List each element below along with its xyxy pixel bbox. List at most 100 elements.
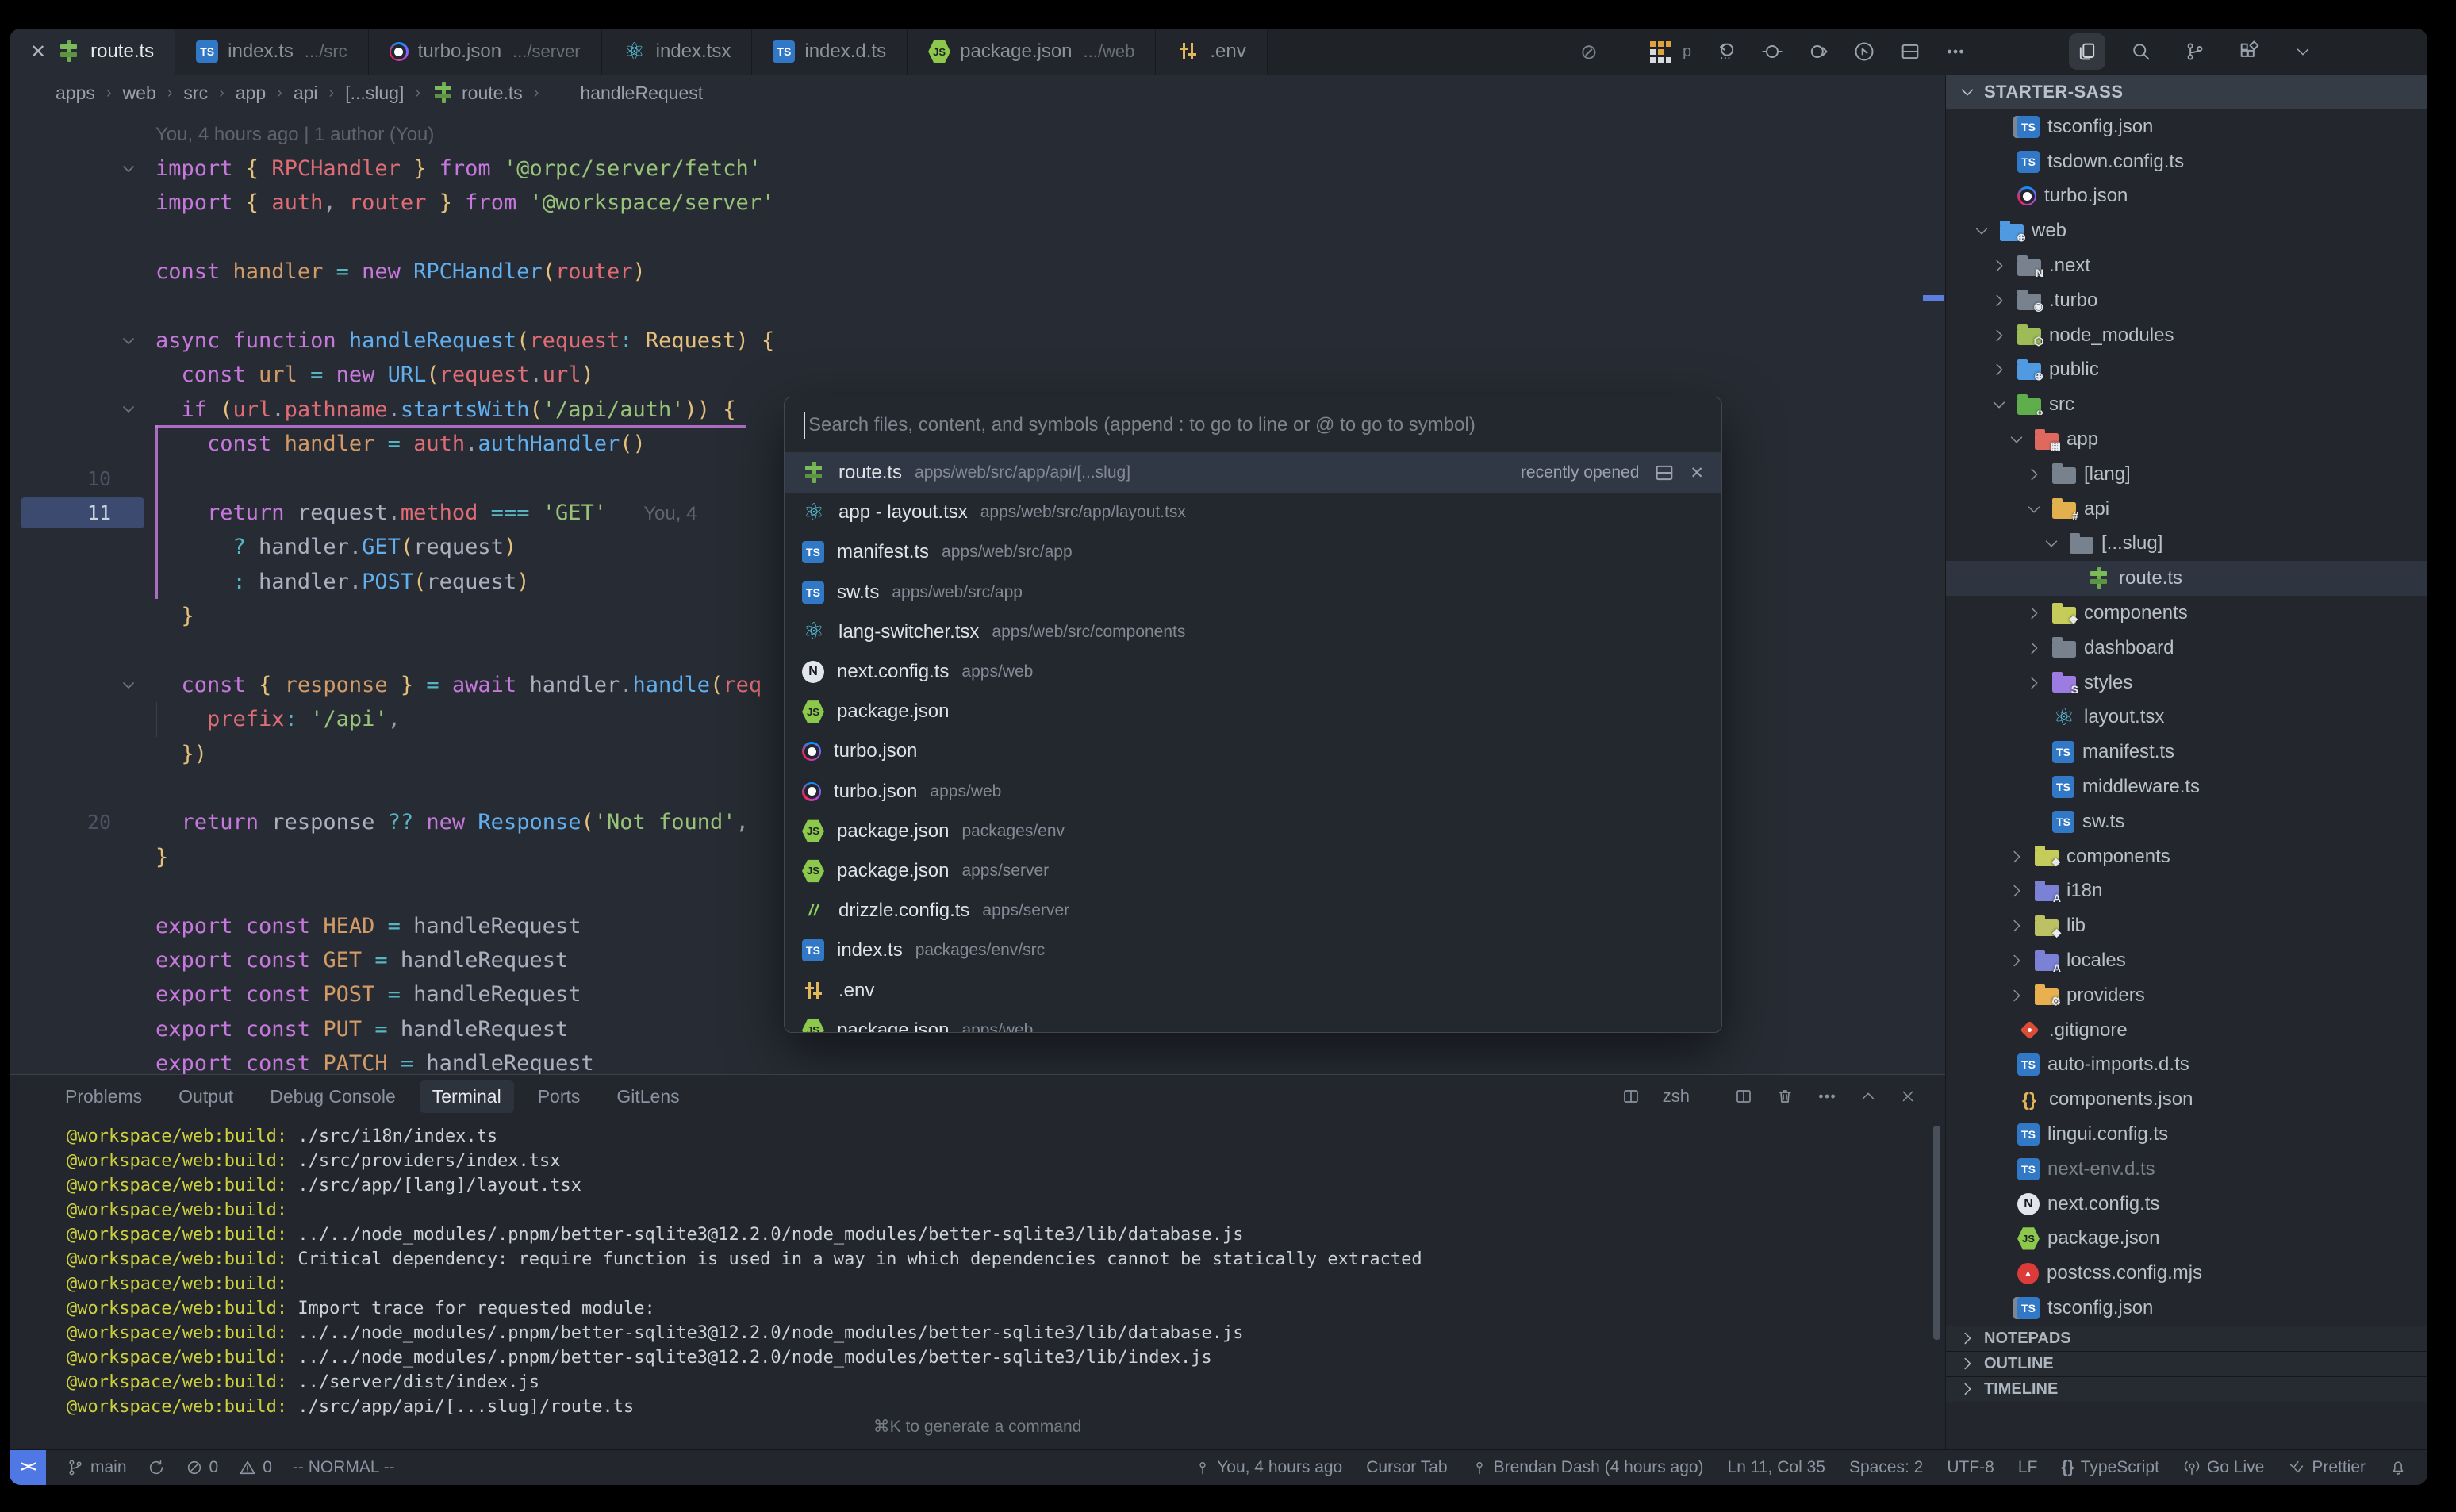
tree-item-.turbo[interactable]: .turbo [1946, 283, 2427, 318]
trash-icon[interactable] [1775, 1087, 1794, 1106]
tree-item-[lang][interactable]: [lang] [1946, 457, 2427, 492]
status-item-0[interactable]: 0 [186, 1458, 219, 1477]
code-line[interactable]: export const PATCH = handleRequest [10, 1046, 1945, 1074]
tree-item-i18n[interactable]: i18n [1946, 874, 2427, 909]
breadcrumb-item[interactable]: handleRequest [550, 81, 703, 105]
chevron-right-icon[interactable] [1989, 327, 2009, 344]
palette-result-route.ts[interactable]: route.tsapps/web/src/app/api/[...slug]re… [785, 453, 1721, 493]
code-line[interactable]: const handler = new RPCHandler(router) [10, 255, 1945, 289]
tree-item-providers[interactable]: providers [1946, 978, 2427, 1013]
nav-forward-icon[interactable] [1807, 40, 1829, 63]
fold-chevron-icon[interactable] [119, 668, 148, 702]
more-icon[interactable] [1945, 41, 1966, 62]
palette-result-turbo.json[interactable]: turbo.json [785, 731, 1721, 771]
nav-back-icon[interactable] [1715, 40, 1737, 63]
breadcrumb-item[interactable]: web [123, 83, 156, 104]
close-icon[interactable] [1899, 1088, 1917, 1105]
tree-item-tsconfig.json[interactable]: TStsconfig.json [1946, 109, 2427, 144]
chevron-right-icon[interactable] [2024, 674, 2044, 692]
section-timeline[interactable]: TIMELINE [1946, 1376, 2427, 1402]
tree-item-components[interactable]: components [1946, 596, 2427, 631]
terminal-output[interactable]: @workspace/web:build: ./src/i18n/index.t… [10, 1118, 1945, 1419]
tree-item-styles[interactable]: styles [1946, 666, 2427, 700]
tree-item-src[interactable]: src [1946, 387, 2427, 422]
code-line[interactable] [10, 290, 1945, 324]
close-icon[interactable]: ✕ [30, 40, 46, 63]
panel-tab-problems[interactable]: Problems [65, 1086, 142, 1107]
code-line[interactable] [10, 221, 1945, 255]
chevron-right-icon[interactable] [2006, 987, 2027, 1004]
tree-item-lib[interactable]: lib [1946, 908, 2427, 943]
tree-item-api[interactable]: api [1946, 492, 2427, 527]
breadcrumb-item[interactable]: [...slug] [345, 83, 404, 104]
palette-result-turbo.json[interactable]: turbo.jsonapps/web [785, 772, 1721, 812]
remote-button[interactable]: >< [10, 1450, 46, 1486]
chevron-right-icon[interactable] [1989, 361, 2009, 378]
status-item-typescript[interactable]: {}TypeScript [2061, 1458, 2159, 1477]
status-item-spaces-2[interactable]: Spaces: 2 [1849, 1458, 1923, 1477]
palette-result-package.json[interactable]: JSpackage.jsonpackages/env [785, 812, 1721, 851]
activity-chevron-down[interactable] [2285, 33, 2321, 70]
fold-chevron-icon[interactable] [119, 152, 148, 186]
tab-package.json[interactable]: JSpackage.json.../web [908, 29, 1156, 75]
run-icon[interactable] [1853, 40, 1875, 63]
more-icon[interactable] [1817, 1086, 1837, 1107]
panel-tab-gitlens[interactable]: GitLens [616, 1086, 679, 1107]
chevron-right-icon[interactable] [2006, 882, 2027, 900]
chevron-down-icon[interactable] [1971, 222, 1992, 240]
tab-index.d.ts[interactable]: TSindex.d.ts [752, 29, 908, 75]
palette-result-next.config.ts[interactable]: Nnext.config.tsapps/web [785, 652, 1721, 692]
status-item-0[interactable]: 0 [239, 1458, 272, 1477]
shell-label[interactable]: zsh [1663, 1086, 1690, 1107]
tree-item-route.ts[interactable]: route.ts [1946, 561, 2427, 596]
section-outline[interactable]: OUTLINE [1946, 1351, 2427, 1376]
breadcrumb-item[interactable]: api [294, 83, 318, 104]
palette-result-lang-switcher.tsx[interactable]: ⚛lang-switcher.tsxapps/web/src/component… [785, 612, 1721, 652]
tab-.env[interactable]: .env [1156, 29, 1267, 75]
tree-item-[...slug][interactable]: [...slug] [1946, 527, 2427, 562]
breadcrumb-item[interactable]: app [236, 83, 266, 104]
palette-result-drizzle.config.ts[interactable]: //drizzle.config.tsapps/server [785, 891, 1721, 931]
tree-item-.gitignore[interactable]: .gitignore [1946, 1013, 2427, 1048]
extension-grid-icon[interactable] [1650, 41, 1671, 63]
activity-source-control[interactable] [2177, 33, 2213, 70]
tab-route.ts[interactable]: ✕route.ts [10, 29, 175, 75]
chevron-right-icon[interactable] [2006, 917, 2027, 934]
tab-index.tsx[interactable]: ⚛index.tsx [602, 29, 753, 75]
chevron-right-icon[interactable] [1989, 257, 2009, 274]
tree-item-components.json[interactable]: {}components.json [1946, 1082, 2427, 1117]
status-item-lf[interactable]: LF [2018, 1458, 2038, 1477]
activity-search[interactable] [2123, 33, 2159, 70]
tree-item-web[interactable]: web [1946, 213, 2427, 248]
tree-item-auto-imports.d.ts[interactable]: TSauto-imports.d.ts [1946, 1048, 2427, 1083]
chevron-right-icon[interactable] [2024, 466, 2044, 483]
chevron-right-icon[interactable] [2006, 848, 2027, 865]
explorer-header[interactable]: STARTER-SASS [1946, 75, 2427, 109]
palette-result-manifest.ts[interactable]: TSmanifest.tsapps/web/src/app [785, 532, 1721, 572]
tree-item-sw.ts[interactable]: TSsw.ts [1946, 804, 2427, 839]
status-item--normal-[interactable]: -- NORMAL -- [293, 1458, 395, 1477]
chevron-right-icon[interactable] [2006, 952, 2027, 969]
code-line[interactable]: import { RPCHandler } from '@orpc/server… [10, 152, 1945, 186]
panel-tab-debug-console[interactable]: Debug Console [270, 1086, 396, 1107]
tree-item-dashboard[interactable]: dashboard [1946, 631, 2427, 666]
tree-item-lingui.config.ts[interactable]: TSlingui.config.ts [1946, 1117, 2427, 1152]
tree-item-app[interactable]: app [1946, 422, 2427, 457]
status-item-brendan-dash-4-hours-ago-[interactable]: Brendan Dash (4 hours ago) [1472, 1458, 1704, 1477]
status-item-go-live[interactable]: Go Live [2183, 1458, 2264, 1477]
tab-index.ts[interactable]: TSindex.ts.../src [175, 29, 369, 75]
code-line[interactable]: async function handleRequest(request: Re… [10, 324, 1945, 358]
palette-result-index.ts[interactable]: TSindex.tspackages/env/src [785, 931, 1721, 970]
status-item-you-4-hours-ago[interactable]: You, 4 hours ago [1195, 1458, 1342, 1477]
tree-item-next-env.d.ts[interactable]: TSnext-env.d.ts [1946, 1152, 2427, 1187]
panel-icon[interactable] [1734, 1087, 1753, 1106]
tree-item-next.config.ts[interactable]: Nnext.config.ts [1946, 1187, 2427, 1222]
breadcrumb-item[interactable]: apps [56, 83, 95, 104]
palette-result-.env[interactable]: .env [785, 970, 1721, 1010]
search-input[interactable]: Search files, content, and symbols (appe… [785, 397, 1721, 453]
panel-tab-ports[interactable]: Ports [538, 1086, 581, 1107]
tree-item-.next[interactable]: .next [1946, 248, 2427, 283]
split-editor-icon[interactable] [1653, 462, 1675, 484]
chevron-right-icon[interactable] [2024, 604, 2044, 622]
tree-item-turbo.json[interactable]: turbo.json [1946, 179, 2427, 214]
